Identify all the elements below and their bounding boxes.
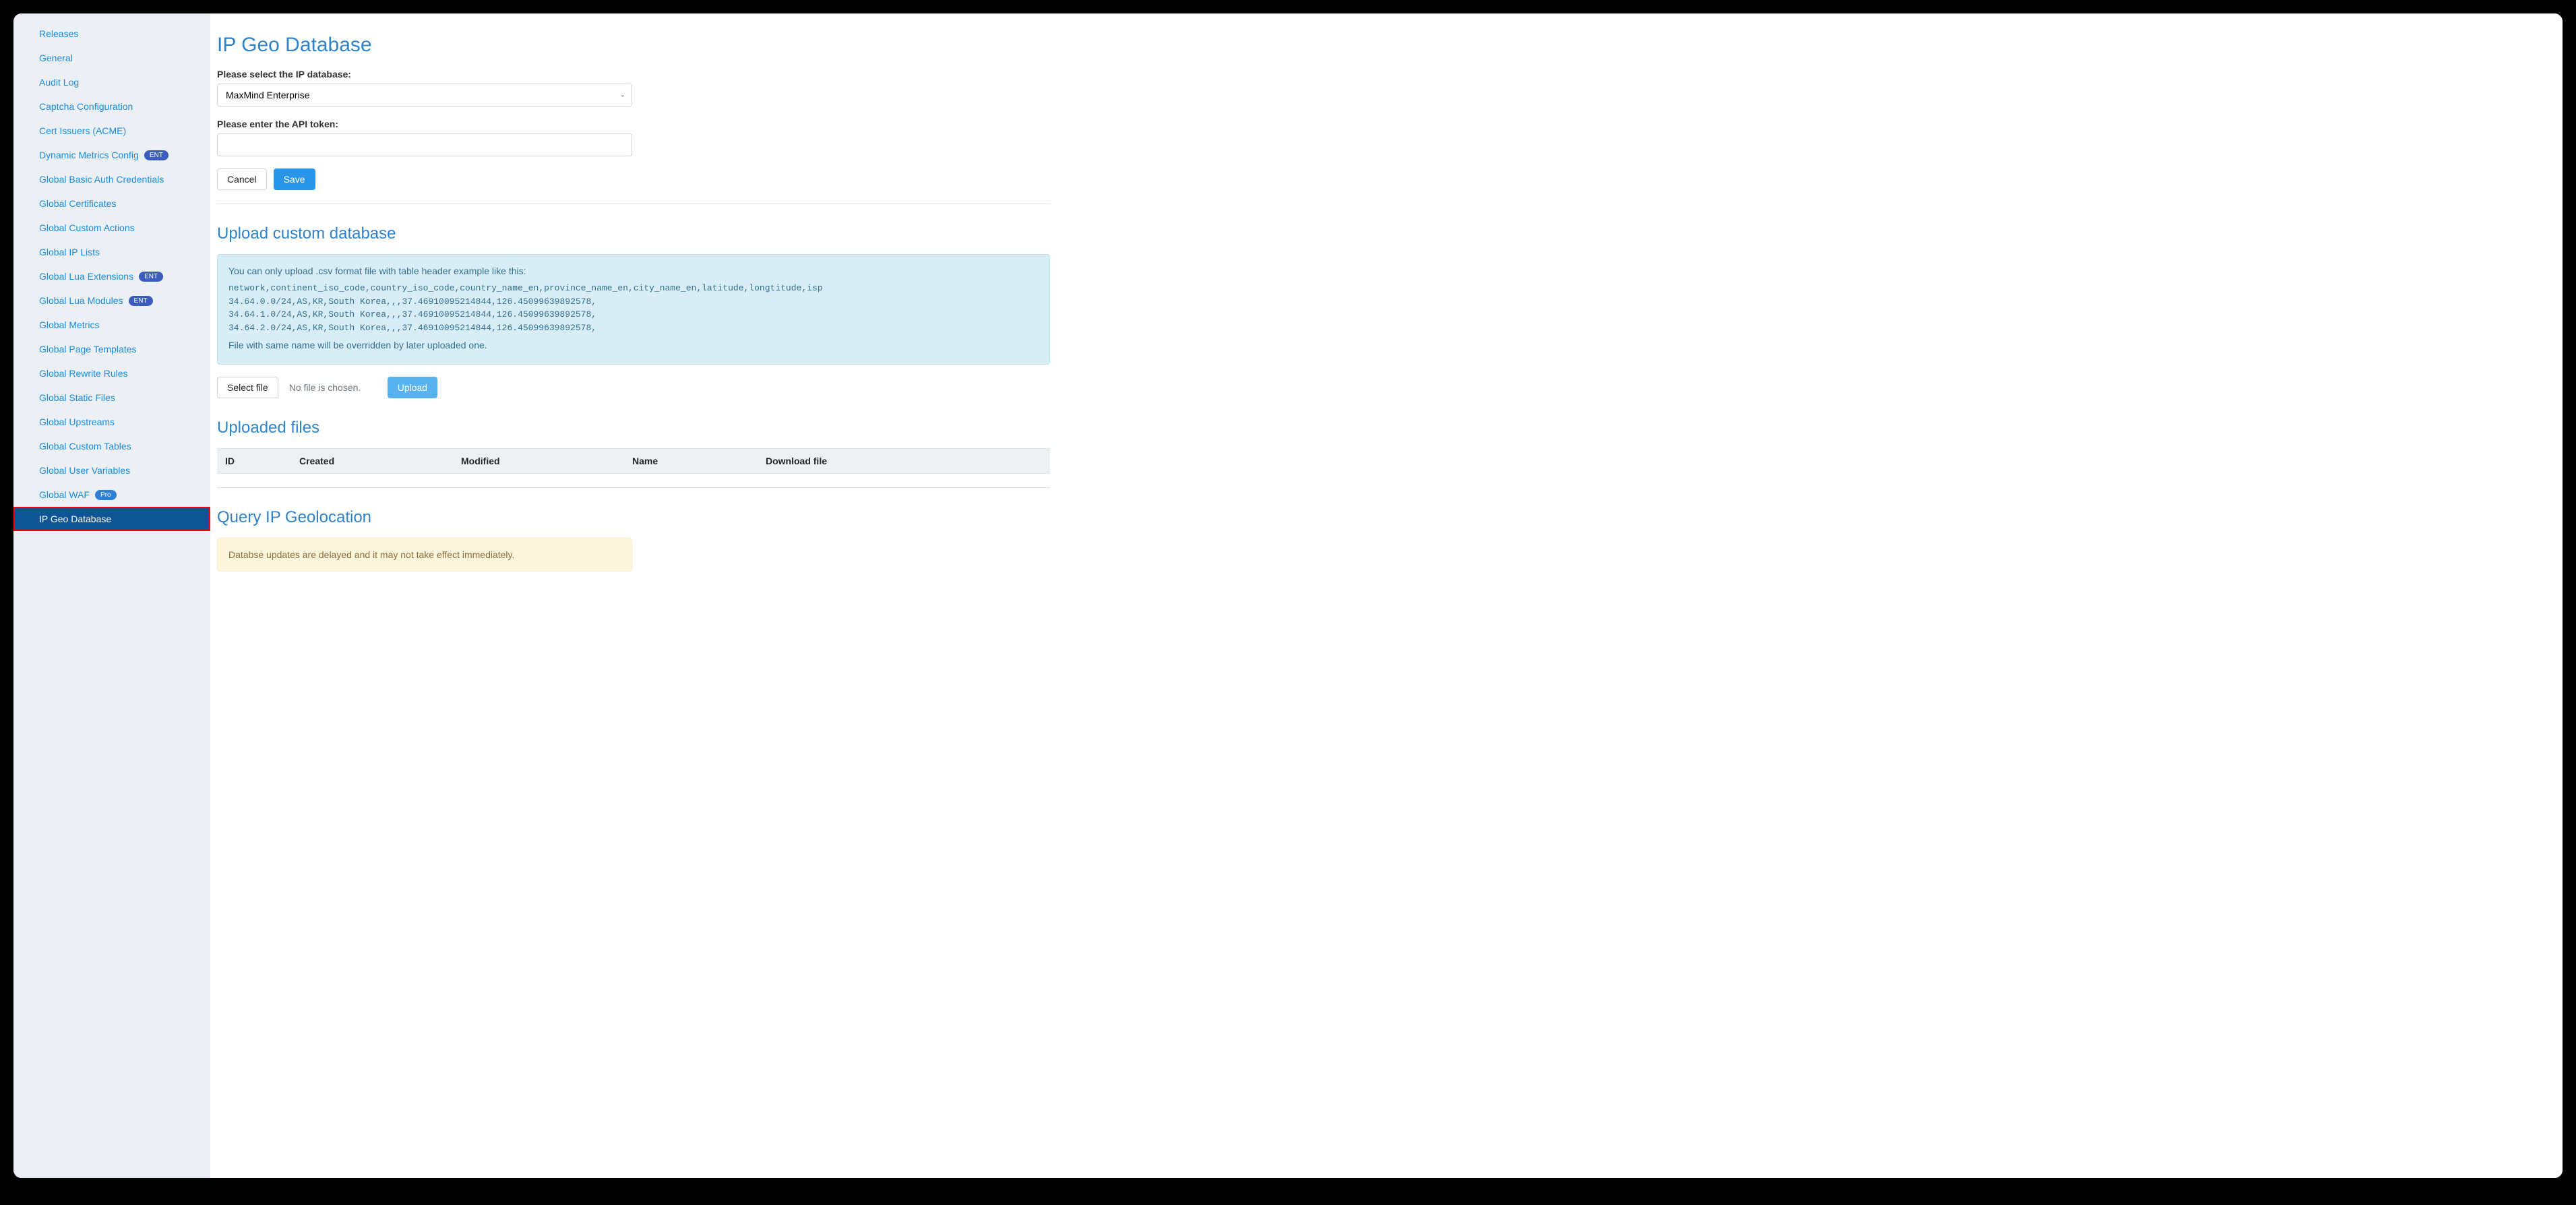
pro-badge: Pro xyxy=(95,490,117,500)
sidebar-item-global-certificates[interactable]: Global Certificates xyxy=(13,191,210,216)
ent-badge: ENT xyxy=(144,150,168,160)
sidebar-item-captcha-configuration[interactable]: Captcha Configuration xyxy=(13,94,210,119)
upload-heading: Upload custom database xyxy=(217,224,1050,243)
api-token-input[interactable] xyxy=(217,133,632,156)
uploaded-files-table: ID Created Modified Name Download file xyxy=(217,448,1050,488)
sidebar-item-global-metrics[interactable]: Global Metrics xyxy=(13,313,210,337)
sidebar: Releases General Audit Log Captcha Confi… xyxy=(13,13,210,1178)
main-content: IP Geo Database Please select the IP dat… xyxy=(210,13,2563,1178)
db-select-label: Please select the IP database: xyxy=(217,69,1050,80)
col-name: Name xyxy=(624,449,758,474)
upload-button[interactable]: Upload xyxy=(388,377,437,398)
uploaded-heading: Uploaded files xyxy=(217,419,1050,437)
sidebar-item-global-custom-tables[interactable]: Global Custom Tables xyxy=(13,434,210,458)
col-download: Download file xyxy=(758,449,1007,474)
db-select[interactable]: MaxMind Enterprise xyxy=(217,84,632,106)
col-actions xyxy=(1007,449,1050,474)
sidebar-item-global-user-variables[interactable]: Global User Variables xyxy=(13,458,210,483)
sidebar-item-general[interactable]: General xyxy=(13,46,210,70)
token-label: Please enter the API token: xyxy=(217,119,1050,129)
sidebar-item-global-lua-extensions[interactable]: Global Lua ExtensionsENT xyxy=(13,264,210,288)
sidebar-item-audit-log[interactable]: Audit Log xyxy=(13,70,210,94)
sidebar-item-releases[interactable]: Releases xyxy=(13,22,210,46)
sidebar-item-cert-issuers[interactable]: Cert Issuers (ACME) xyxy=(13,119,210,143)
col-created: Created xyxy=(291,449,453,474)
cancel-button[interactable]: Cancel xyxy=(217,168,267,190)
sidebar-item-global-lua-modules[interactable]: Global Lua ModulesENT xyxy=(13,288,210,313)
sidebar-item-global-custom-actions[interactable]: Global Custom Actions xyxy=(13,216,210,240)
col-modified: Modified xyxy=(453,449,624,474)
alert-override-note: File with same name will be overridden b… xyxy=(228,340,1039,350)
sidebar-item-global-basic-auth[interactable]: Global Basic Auth Credentials xyxy=(13,167,210,191)
col-id: ID xyxy=(217,449,291,474)
page-title: IP Geo Database xyxy=(217,34,1050,57)
sidebar-item-global-ip-lists[interactable]: Global IP Lists xyxy=(13,240,210,264)
alert-intro: You can only upload .csv format file wit… xyxy=(228,266,1039,276)
app-window: Releases General Audit Log Captcha Confi… xyxy=(13,13,2563,1178)
select-file-button[interactable]: Select file xyxy=(217,377,278,398)
sidebar-item-global-upstreams[interactable]: Global Upstreams xyxy=(13,410,210,434)
sidebar-item-dynamic-metrics-config[interactable]: Dynamic Metrics ConfigENT xyxy=(13,143,210,167)
upload-info-alert: You can only upload .csv format file wit… xyxy=(217,254,1050,365)
query-warning-alert: Databse updates are delayed and it may n… xyxy=(217,538,632,571)
query-heading: Query IP Geolocation xyxy=(217,508,1050,527)
sidebar-item-ip-geo-database[interactable]: IP Geo Database xyxy=(13,507,210,531)
alert-csv-example: network,continent_iso_code,country_iso_c… xyxy=(228,282,1039,334)
table-row-empty xyxy=(217,474,1050,488)
sidebar-item-global-rewrite-rules[interactable]: Global Rewrite Rules xyxy=(13,361,210,385)
sidebar-item-global-page-templates[interactable]: Global Page Templates xyxy=(13,337,210,361)
sidebar-item-global-waf[interactable]: Global WAFPro xyxy=(13,483,210,507)
save-button[interactable]: Save xyxy=(274,168,315,190)
no-file-hint: No file is chosen. xyxy=(289,382,377,393)
ent-badge: ENT xyxy=(139,272,163,282)
sidebar-item-global-static-files[interactable]: Global Static Files xyxy=(13,385,210,410)
ent-badge: ENT xyxy=(129,296,153,306)
